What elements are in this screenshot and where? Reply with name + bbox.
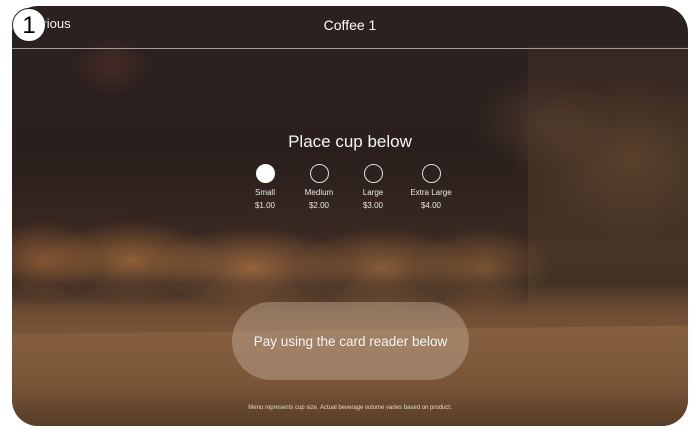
size-price: $2.00 bbox=[308, 201, 330, 210]
top-bar: Previous Coffee 1 bbox=[12, 6, 688, 49]
size-price: $1.00 bbox=[254, 201, 276, 210]
cup-size-selector: Small $1.00 Medium $2.00 Large $3.00 Ext… bbox=[12, 164, 688, 210]
radio-selected-icon[interactable] bbox=[255, 164, 275, 183]
size-option-large[interactable]: Large $3.00 bbox=[346, 164, 400, 210]
kiosk-screen: Previous Coffee 1 Place cup below Small … bbox=[12, 6, 688, 426]
size-option-small[interactable]: Small $1.00 bbox=[238, 164, 292, 210]
radio-unselected-icon[interactable] bbox=[309, 164, 329, 183]
size-price: $3.00 bbox=[362, 201, 384, 210]
step-number-badge: 1 bbox=[12, 8, 46, 42]
pay-card-reader-button[interactable]: Pay using the card reader below bbox=[232, 302, 469, 380]
size-name: Medium bbox=[304, 188, 334, 197]
size-price: $4.00 bbox=[420, 201, 442, 210]
page-title: Coffee 1 bbox=[323, 17, 377, 33]
size-name: Large bbox=[362, 188, 384, 197]
footnote: Menu represents cup size. Actual beverag… bbox=[248, 405, 452, 411]
radio-unselected-icon[interactable] bbox=[421, 164, 441, 183]
size-option-extra-large[interactable]: Extra Large $4.00 bbox=[400, 164, 462, 210]
radio-unselected-icon[interactable] bbox=[363, 164, 383, 183]
size-name: Small bbox=[254, 188, 275, 197]
instruction-heading: Place cup below bbox=[288, 132, 412, 151]
size-option-medium[interactable]: Medium $2.00 bbox=[292, 164, 346, 210]
size-name: Extra Large bbox=[410, 188, 452, 197]
